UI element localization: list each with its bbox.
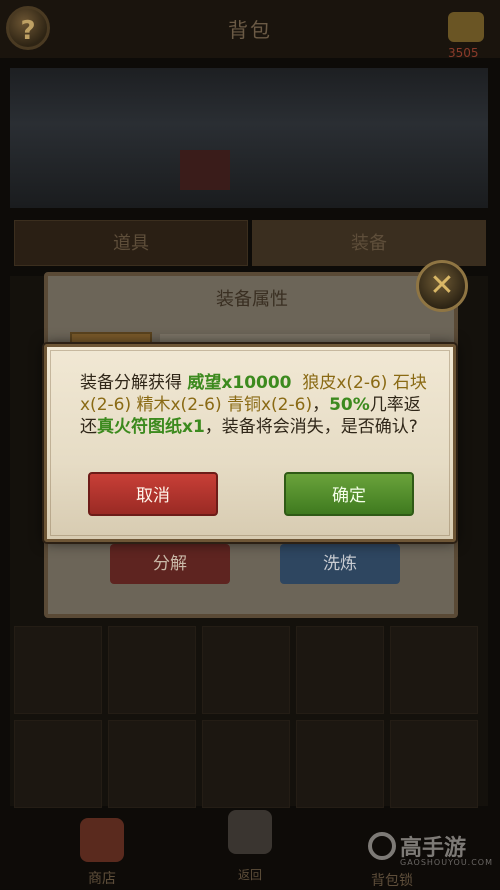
reward-blueprint: 真火符图纸x1: [97, 417, 205, 437]
confirm-button[interactable]: 确定: [284, 472, 414, 516]
message-part: 装备分解获得: [80, 373, 188, 393]
inventory-slot[interactable]: [202, 720, 290, 808]
message-part: ，装备将会消失，是否确认?: [204, 417, 418, 437]
confirm-message: 装备分解获得 威望x10000 狼皮x(2-6) 石块x(2-6) 精木x(2-…: [80, 372, 434, 438]
return-chance: 50%: [329, 395, 370, 415]
nav-shop-label[interactable]: 商店: [62, 868, 142, 888]
watermark-logo-icon: [368, 832, 396, 860]
return-icon[interactable]: [228, 810, 272, 854]
inventory-slot[interactable]: [390, 720, 478, 808]
tab-equipment[interactable]: 装备: [252, 220, 486, 266]
inventory-slot[interactable]: [108, 626, 196, 714]
attributes-title: 装备属性: [216, 289, 288, 310]
message-sep: ，: [312, 395, 330, 415]
close-icon[interactable]: ✕: [416, 260, 468, 312]
gold-icon: [448, 12, 484, 42]
gold-count: 3505: [448, 46, 479, 60]
tab-items[interactable]: 道具: [14, 220, 248, 266]
banner-detail: [180, 150, 230, 190]
nav-return-label[interactable]: 返回: [210, 866, 290, 883]
refine-button[interactable]: 洗炼: [280, 544, 400, 584]
inventory-slot[interactable]: [390, 626, 478, 714]
cancel-button[interactable]: 取消: [88, 472, 218, 516]
inventory-slot[interactable]: [202, 626, 290, 714]
watermark-sub: GAOSHOUYOU.COM: [400, 858, 494, 867]
page-title: 背包: [228, 18, 272, 42]
nav-bag-lock-label[interactable]: 背包锁: [352, 870, 432, 890]
decompose-button[interactable]: 分解: [110, 544, 230, 584]
inventory-slot[interactable]: [14, 626, 102, 714]
reward-prestige: 威望x10000: [187, 373, 292, 393]
inventory-slot[interactable]: [296, 626, 384, 714]
help-button[interactable]: ?: [6, 6, 50, 50]
inventory-slot[interactable]: [14, 720, 102, 808]
inventory-slot[interactable]: [108, 720, 196, 808]
inventory-slot[interactable]: [296, 720, 384, 808]
shop-icon[interactable]: [80, 818, 124, 862]
scene-banner: [10, 68, 488, 208]
